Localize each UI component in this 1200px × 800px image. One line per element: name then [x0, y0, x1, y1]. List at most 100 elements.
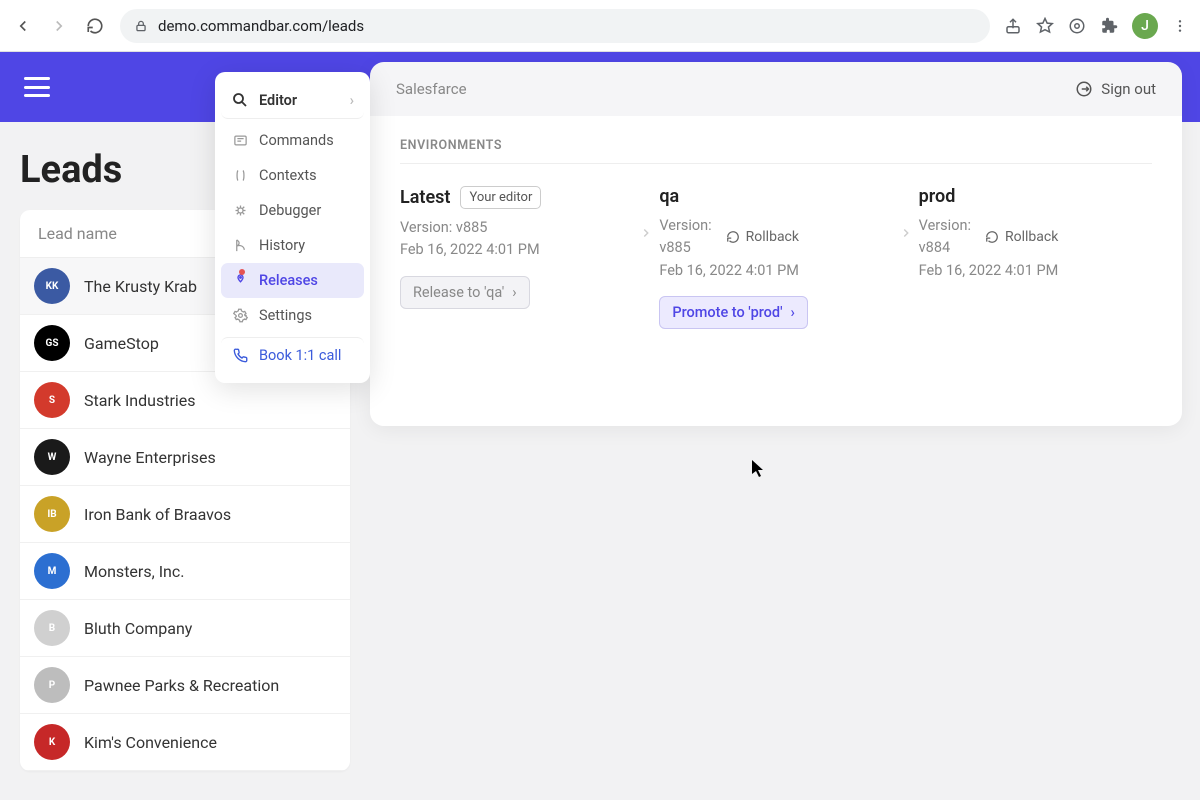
- env-latest-timestamp: Feb 16, 2022 4:01 PM: [400, 239, 633, 261]
- notification-dot: [239, 269, 245, 275]
- phone-icon: [231, 348, 249, 363]
- rollback-icon: [985, 230, 999, 244]
- lead-name: Bluth Company: [84, 619, 192, 638]
- settings-icon: [231, 308, 249, 323]
- editor-item-label: Settings: [259, 307, 312, 324]
- editor-item-history[interactable]: History: [221, 228, 364, 263]
- chevron-right-icon: ›: [791, 304, 795, 321]
- lead-name: Iron Bank of Braavos: [84, 505, 231, 524]
- env-qa-version-label: Version:: [659, 215, 711, 237]
- editor-item-releases[interactable]: Releases: [221, 263, 364, 298]
- profile-avatar[interactable]: J: [1132, 13, 1158, 39]
- rollback-icon: [726, 230, 740, 244]
- editor-item-label: History: [259, 237, 305, 254]
- release-to-qa-button[interactable]: Release to 'qa' ›: [400, 276, 530, 309]
- env-latest-version: Version: v885: [400, 217, 633, 239]
- lead-name: Monsters, Inc.: [84, 562, 184, 581]
- history-icon: [231, 238, 249, 253]
- env-qa-timestamp: Feb 16, 2022 4:01 PM: [659, 260, 892, 282]
- lead-row[interactable]: M Monsters, Inc.: [20, 543, 350, 600]
- editor-item-debugger[interactable]: Debugger: [221, 193, 364, 228]
- cursor-icon: [752, 460, 766, 478]
- prod-rollback-button[interactable]: Rollback: [985, 229, 1058, 245]
- env-qa-version-value: v885: [659, 237, 711, 259]
- contexts-icon: [231, 168, 249, 183]
- promote-to-prod-button[interactable]: Promote to 'prod' ›: [659, 296, 808, 329]
- lead-logo: S: [34, 382, 70, 418]
- env-prod-timestamp: Feb 16, 2022 4:01 PM: [919, 260, 1152, 282]
- lead-row[interactable]: W Wayne Enterprises: [20, 429, 350, 486]
- env-qa-title: qa: [659, 186, 679, 207]
- env-prod-version-label: Version:: [919, 215, 971, 237]
- env-prod-version-value: v884: [919, 237, 971, 259]
- editor-logo-icon: [231, 91, 249, 109]
- debugger-icon: [231, 203, 249, 218]
- editor-header-label: Editor: [259, 92, 297, 109]
- lead-name: Stark Industries: [84, 391, 196, 410]
- qa-rollback-label: Rollback: [746, 229, 799, 245]
- url-text: demo.commandbar.com/leads: [158, 17, 364, 35]
- password-manager-icon[interactable]: [1068, 17, 1086, 35]
- panel-brand: Salesfarce: [396, 80, 467, 98]
- editor-item-label: Contexts: [259, 167, 317, 184]
- commands-icon: [231, 133, 249, 148]
- lead-logo: KK: [34, 268, 70, 304]
- env-prod: prod Version: v884 Rollback Feb 16, 2022…: [919, 186, 1152, 282]
- lead-logo: GS: [34, 325, 70, 361]
- qa-rollback-button[interactable]: Rollback: [726, 229, 799, 245]
- editor-item-settings[interactable]: Settings: [221, 298, 364, 333]
- browser-toolbar: demo.commandbar.com/leads J: [0, 0, 1200, 52]
- forward-button[interactable]: [48, 15, 70, 37]
- lead-name: Pawnee Parks & Recreation: [84, 676, 279, 695]
- lead-row[interactable]: IB Iron Bank of Braavos: [20, 486, 350, 543]
- reload-button[interactable]: [84, 15, 106, 37]
- releases-icon: [231, 273, 249, 288]
- lead-logo: IB: [34, 496, 70, 532]
- book-call-label: Book 1:1 call: [259, 347, 341, 364]
- extensions-icon[interactable]: [1100, 17, 1118, 35]
- releases-panel: Salesfarce Sign out ENVIRONMENTS Latest …: [370, 62, 1182, 426]
- lead-row[interactable]: K Kim's Convenience: [20, 714, 350, 771]
- back-button[interactable]: [12, 15, 34, 37]
- env-qa: qa Version: v885 Rollback Feb 16, 2022 4…: [659, 186, 892, 329]
- url-bar[interactable]: demo.commandbar.com/leads: [120, 9, 990, 43]
- editor-item-label: Debugger: [259, 202, 321, 219]
- env-separator-icon: [899, 186, 913, 240]
- lead-row[interactable]: B Bluth Company: [20, 600, 350, 657]
- editor-item-label: Commands: [259, 132, 334, 149]
- prod-rollback-label: Rollback: [1005, 229, 1058, 245]
- promote-to-prod-label: Promote to 'prod': [672, 304, 782, 321]
- lead-logo: B: [34, 610, 70, 646]
- sign-out-icon: [1075, 80, 1093, 98]
- release-to-qa-label: Release to 'qa': [413, 284, 504, 301]
- editor-item-label: Releases: [259, 272, 318, 289]
- editor-header[interactable]: Editor ›: [221, 82, 364, 119]
- lead-logo: W: [34, 439, 70, 475]
- sign-out-button[interactable]: Sign out: [1075, 80, 1156, 98]
- lead-name: GameStop: [84, 334, 159, 353]
- star-icon[interactable]: [1036, 17, 1054, 35]
- env-latest-title: Latest: [400, 187, 450, 208]
- env-prod-title: prod: [919, 186, 956, 207]
- lead-logo: K: [34, 724, 70, 760]
- editor-item-contexts[interactable]: Contexts: [221, 158, 364, 193]
- lead-name: Wayne Enterprises: [84, 448, 216, 467]
- lock-icon: [134, 19, 148, 33]
- share-icon[interactable]: [1004, 17, 1022, 35]
- editor-sidebar: Editor › Commands Contexts Debugger History…: [215, 72, 370, 383]
- lead-logo: M: [34, 553, 70, 589]
- lead-logo: P: [34, 667, 70, 703]
- lead-row[interactable]: P Pawnee Parks & Recreation: [20, 657, 350, 714]
- chevron-right-icon: ›: [512, 284, 516, 301]
- hamburger-menu[interactable]: [24, 77, 50, 97]
- editor-item-commands[interactable]: Commands: [221, 123, 364, 158]
- kebab-menu-icon[interactable]: [1172, 18, 1188, 34]
- env-latest: Latest Your editor Version: v885 Feb 16,…: [400, 186, 633, 309]
- lead-name: The Krusty Krab: [84, 277, 197, 296]
- lead-name: Kim's Convenience: [84, 733, 217, 752]
- chevron-right-icon: ›: [350, 92, 354, 109]
- environments-section-label: ENVIRONMENTS: [400, 138, 1152, 164]
- book-call-link[interactable]: Book 1:1 call: [221, 337, 364, 373]
- sign-out-label: Sign out: [1101, 80, 1156, 98]
- env-separator-icon: [639, 186, 653, 240]
